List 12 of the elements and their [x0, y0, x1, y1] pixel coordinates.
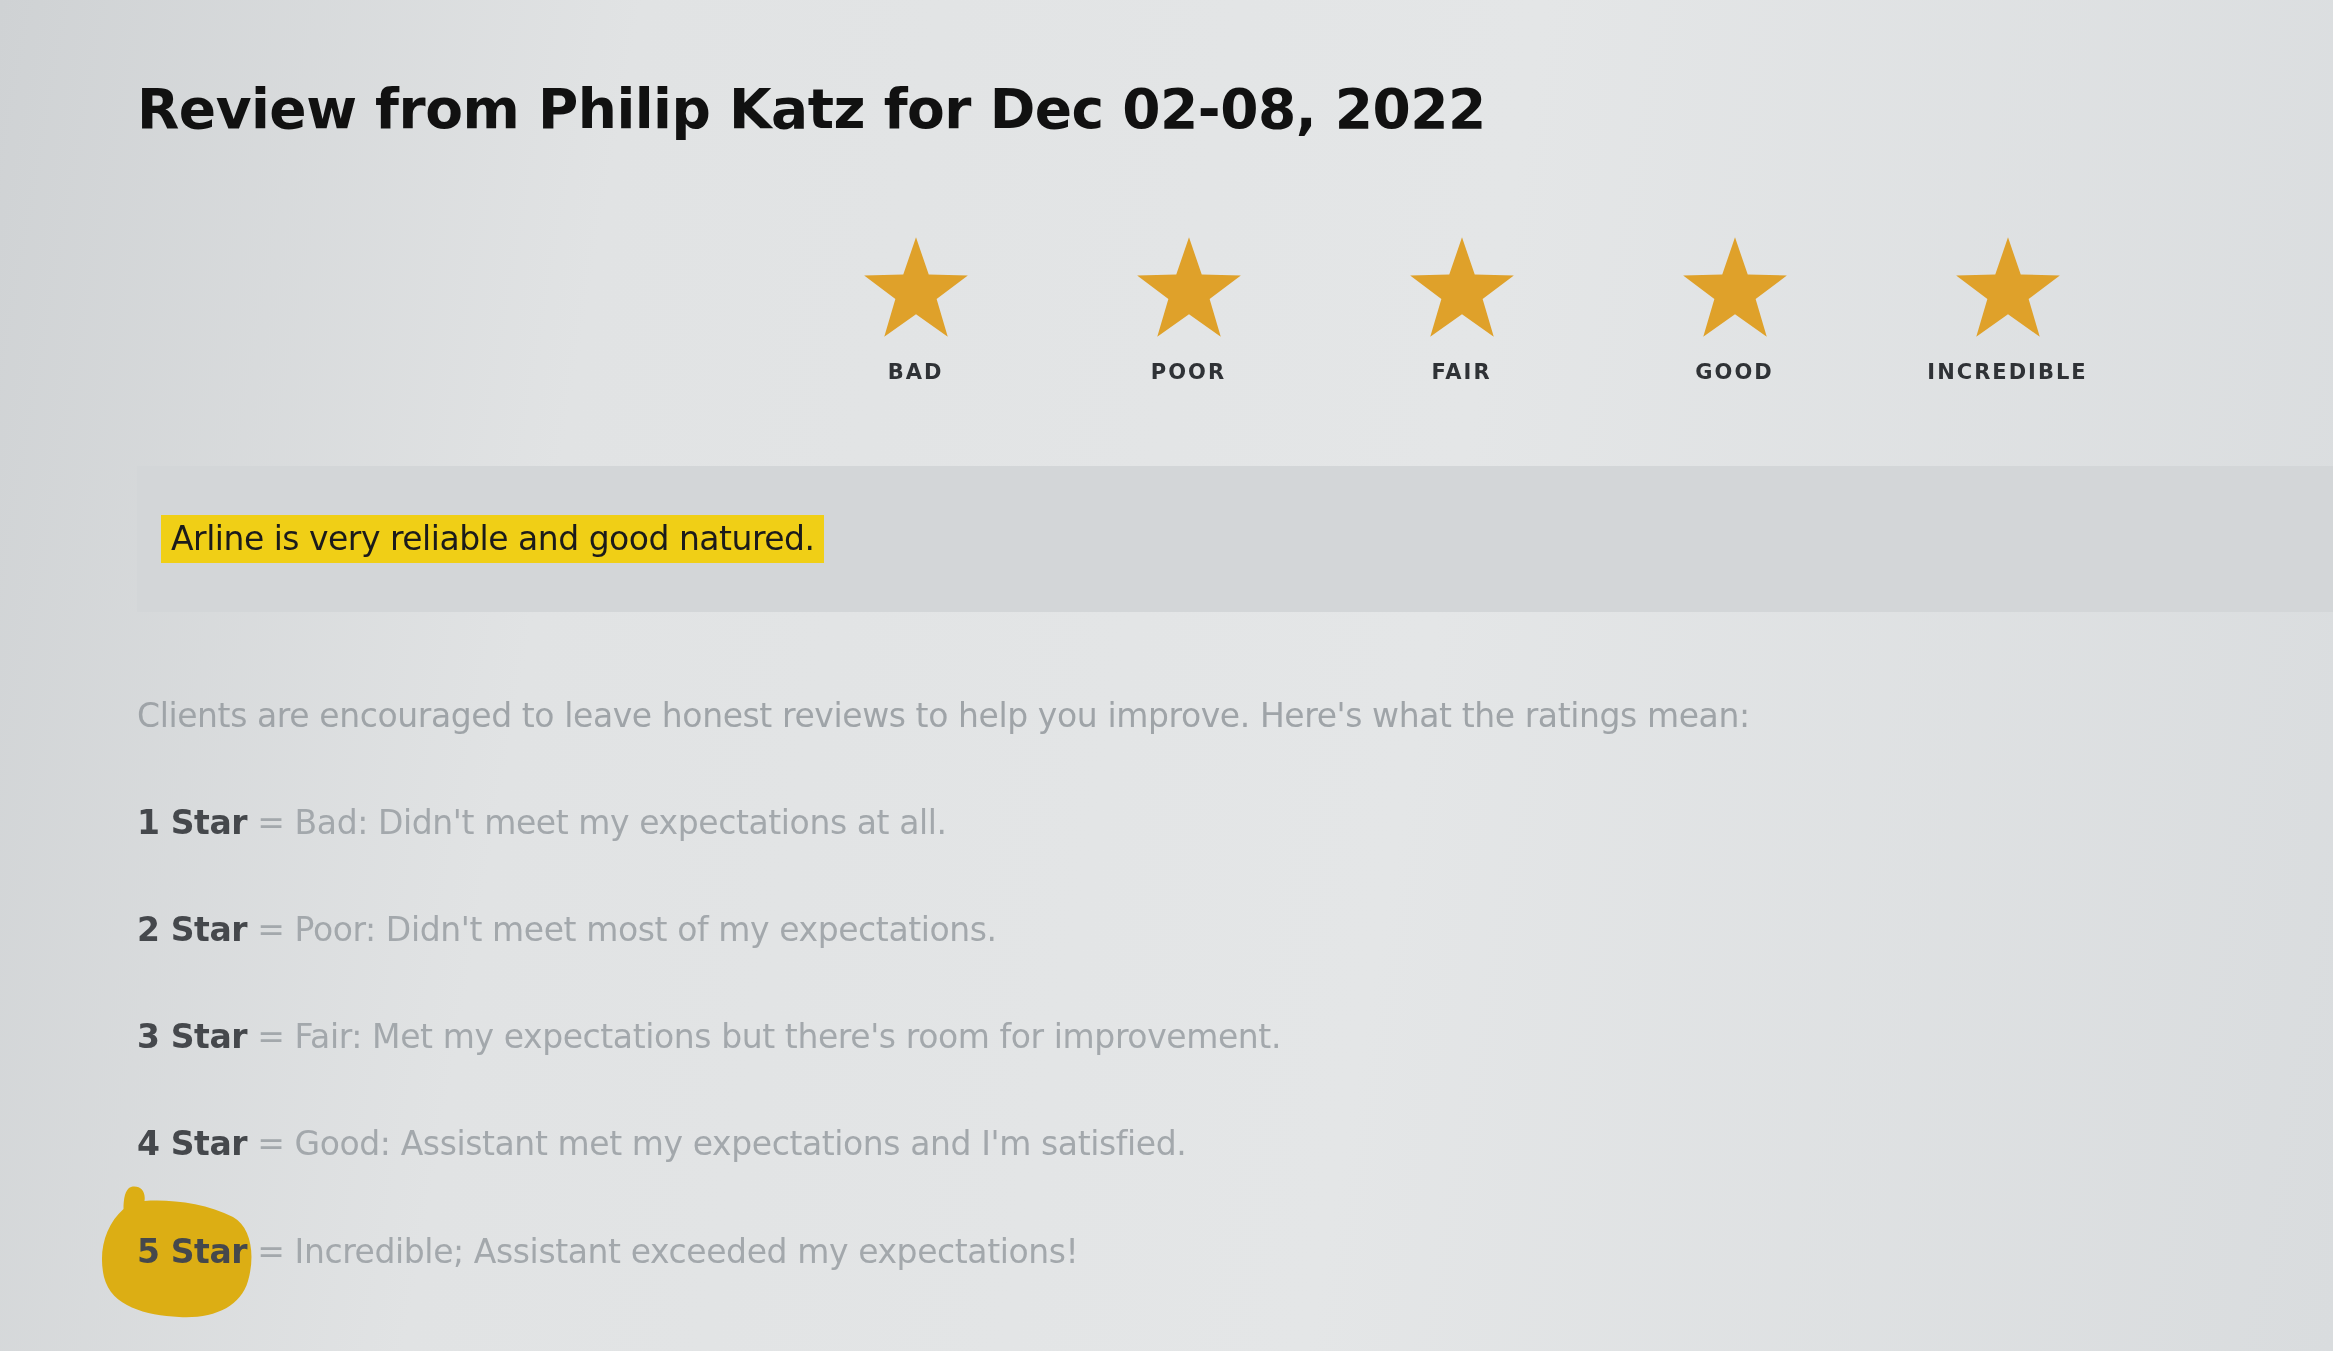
rating-definition: 5 Star = Incredible; Assistant exceeded my expectations!	[137, 1230, 1080, 1272]
star-label: POOR	[1150, 361, 1227, 385]
review-comment: Arline is very reliable and good natured.	[161, 515, 825, 563]
rating-definition: 4 Star = Good: Assistant met my expectations and I'm satisfied.	[137, 1123, 1188, 1165]
rating-explanation: Clients are encouraged to leave honest reviews to help you improve. Here's what the ratings mean:	[137, 696, 1751, 736]
star-label: GOOD	[1695, 361, 1774, 385]
star-label: FAIR	[1431, 361, 1492, 385]
rating-definition: 2 Star = Poor: Didn't meet most of my expectations.	[137, 908, 998, 951]
star-label: INCREDIBLE	[1927, 361, 2088, 385]
rating-definition: 1 Star = Bad: Didn't meet my expectations at all.	[137, 801, 948, 843]
rating-definition: 3 Star = Fair: Met my expectations but there's room for improvement.	[137, 1016, 1282, 1058]
star-label: BAD	[887, 361, 944, 385]
